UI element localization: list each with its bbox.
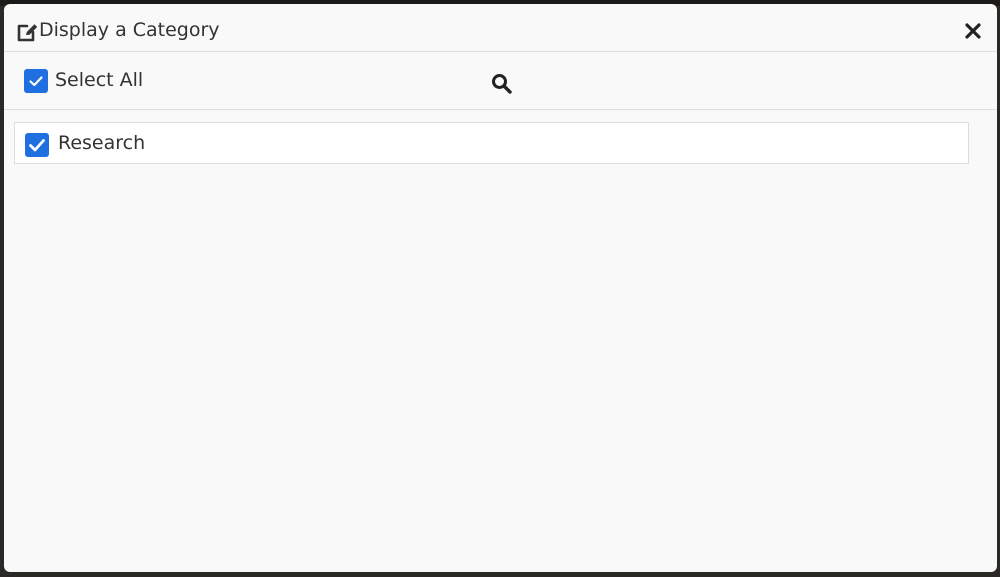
search-button[interactable] [490,72,514,96]
select-all-label[interactable]: Select All [55,68,143,92]
dialog-toolbar: Select All [4,52,997,110]
dialog-title: Display a Category [39,19,220,41]
category-list: Research [14,122,969,164]
close-button[interactable] [962,20,984,42]
list-item[interactable]: Research [14,122,969,164]
category-label[interactable]: Research [58,131,145,155]
dialog-header: Display a Category [4,4,997,52]
search-icon [492,74,512,94]
checkmark-icon [29,76,43,87]
edit-icon [15,20,39,44]
select-all-checkbox[interactable] [24,69,48,93]
close-icon [965,23,981,39]
category-checkbox-research[interactable] [25,133,49,157]
checkmark-icon [29,139,45,152]
category-dialog: Display a Category Select All Research [4,4,997,572]
